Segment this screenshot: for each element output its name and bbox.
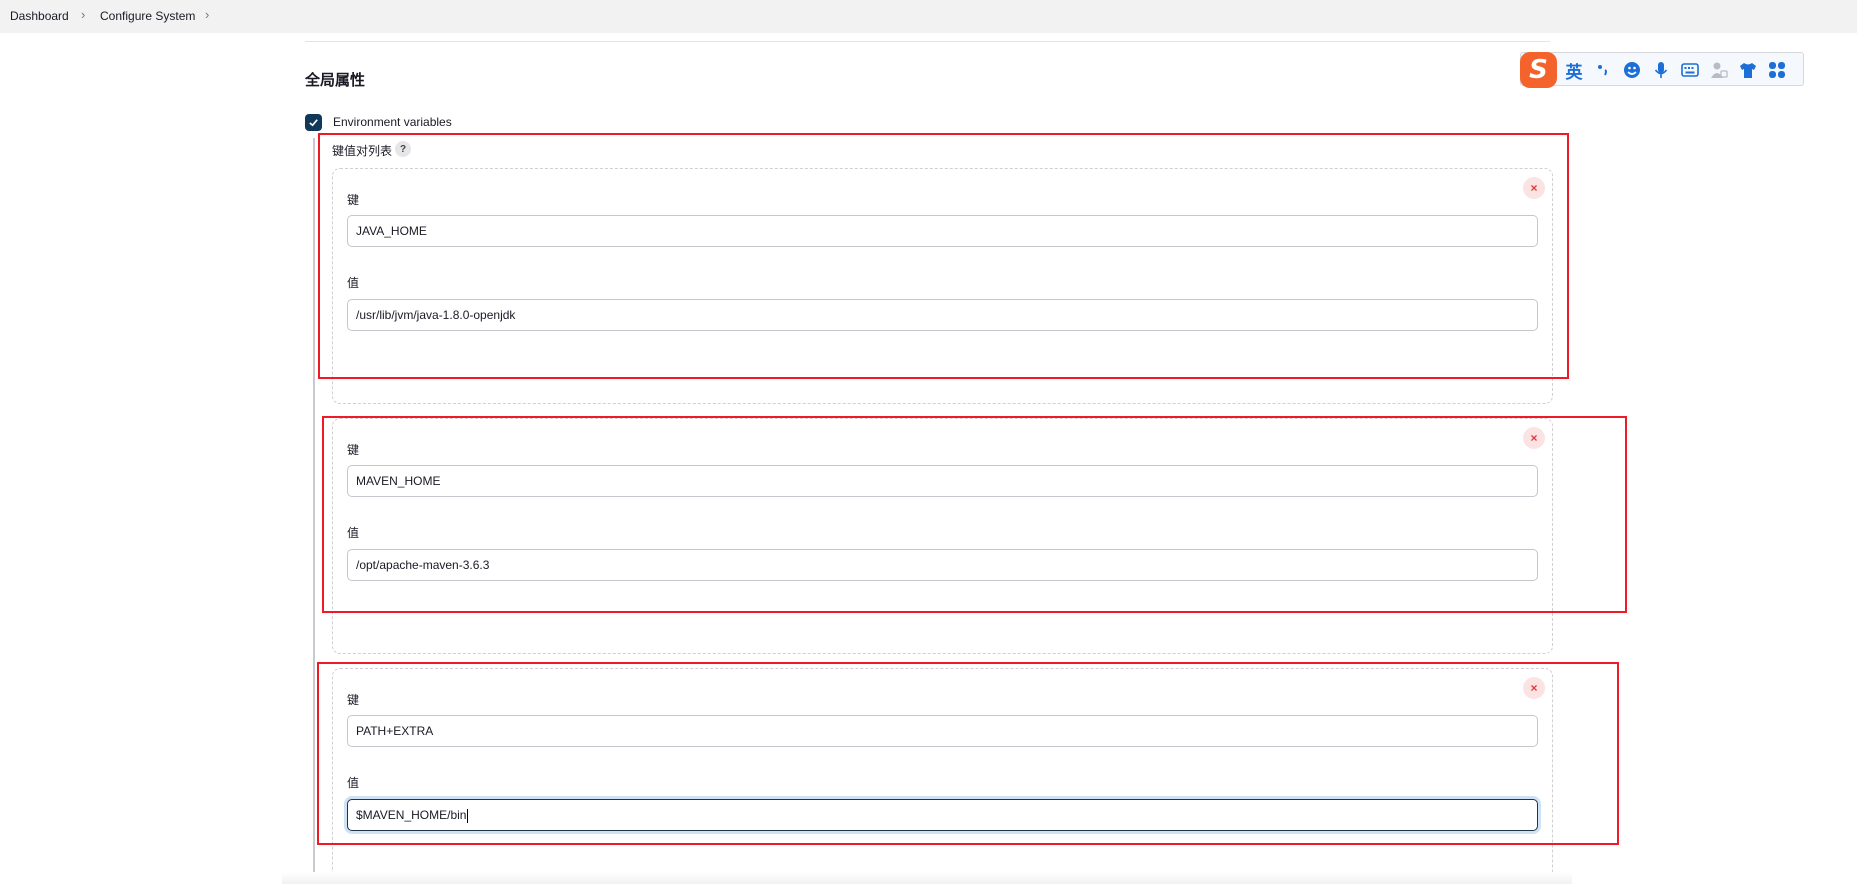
environment-variables-checkbox[interactable]: [305, 114, 322, 131]
breadcrumb: Dashboard › Configure System ›: [0, 0, 1857, 33]
chevron-right-icon: ›: [81, 7, 86, 22]
ime-toolbar: S 英: [1520, 52, 1804, 88]
emoji-icon[interactable]: [1621, 59, 1643, 81]
section-title: 全局属性: [305, 72, 366, 89]
toolbox-icon[interactable]: [1766, 59, 1788, 81]
ime-logo[interactable]: S: [1520, 52, 1557, 88]
skin-icon[interactable]: [1737, 59, 1759, 81]
chevron-right-icon[interactable]: ›: [205, 7, 209, 22]
environment-variables-label[interactable]: Environment variables: [333, 115, 452, 129]
highlight-box: [318, 133, 1569, 379]
highlight-box: [317, 662, 1619, 845]
punctuation-icon[interactable]: [1592, 59, 1614, 81]
checkmark-icon: [309, 119, 318, 127]
divider: [305, 41, 1550, 42]
highlight-box: [322, 416, 1627, 613]
user-icon[interactable]: [1708, 59, 1730, 81]
ime-language-toggle[interactable]: 英: [1563, 59, 1585, 83]
section-indent-line: [313, 138, 315, 884]
keyboard-icon[interactable]: [1679, 59, 1701, 81]
bottom-fade: [282, 872, 1572, 884]
breadcrumb-configure-system[interactable]: Configure System: [100, 9, 195, 23]
breadcrumb-dashboard[interactable]: Dashboard: [10, 9, 69, 23]
microphone-icon[interactable]: [1650, 59, 1672, 81]
